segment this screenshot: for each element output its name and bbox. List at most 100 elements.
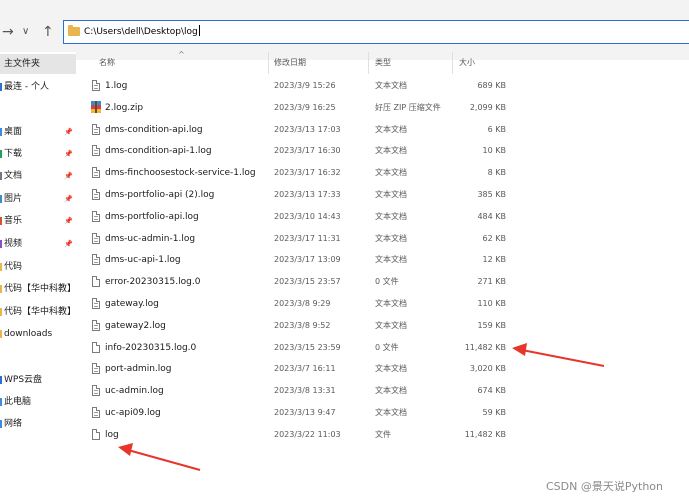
file-modified-date: 2023/3/13 9:47	[274, 408, 336, 417]
column-header-size[interactable]: 大小	[459, 52, 475, 74]
file-size: 62 KB	[482, 233, 506, 243]
sidebar-item[interactable]: 此电脑	[0, 392, 76, 412]
watermark-text: CSDN @景天说Python	[546, 480, 663, 493]
file-row[interactable]: uc-api09.log 2023/3/13 9:47 文本文档 59 KB	[86, 402, 518, 424]
file-row[interactable]: gateway.log 2023/3/8 9:29 文本文档 110 KB	[86, 293, 518, 315]
file-row[interactable]: dms-uc-api-1.log 2023/3/17 13:09 文本文档 12 KB	[86, 249, 518, 271]
column-divider[interactable]	[268, 52, 269, 74]
file-type: 文本文档	[375, 168, 407, 178]
sidebar-item-icon	[0, 285, 2, 293]
file-row[interactable]: gateway2.log 2023/3/8 9:52 文本文档 159 KB	[86, 315, 518, 337]
column-header-type[interactable]: 类型	[375, 52, 391, 74]
up-arrow-icon[interactable]: ↑	[42, 24, 54, 40]
sidebar-item-icon	[0, 308, 2, 316]
file-name: 1.log	[105, 81, 128, 91]
file-type: 0 文件	[375, 342, 399, 352]
sidebar-item-icon	[0, 83, 2, 91]
text-file-icon	[92, 189, 100, 200]
sidebar-item-icon	[0, 195, 2, 203]
blank-file-icon	[92, 341, 100, 353]
column-header-date[interactable]: 修改日期	[274, 52, 306, 74]
file-row[interactable]: log 2023/3/22 11:03 文件 11,482 KB	[86, 424, 518, 446]
sidebar-item-icon	[0, 420, 2, 428]
file-modified-date: 2023/3/8 9:52	[274, 320, 331, 330]
sidebar-item[interactable]: 桌面 📌	[0, 122, 76, 142]
file-modified-date: 2023/3/22 11:03	[274, 429, 341, 439]
file-size: 484 KB	[477, 211, 506, 221]
file-row[interactable]: 2.log.zip 2023/3/9 16:25 好压 ZIP 压缩文件 2,099 …	[86, 97, 518, 119]
text-file-icon	[92, 407, 100, 418]
file-modified-date: 2023/3/17 16:30	[274, 146, 341, 156]
file-name: dms-portfolio-api (2).log	[105, 190, 215, 200]
file-size: 110 KB	[477, 299, 506, 308]
file-row[interactable]: uc-admin.log 2023/3/8 13:31 文本文档 674 KB	[86, 380, 518, 402]
text-file-icon	[92, 319, 100, 331]
file-row[interactable]: dms-condition-api.log 2023/3/13 17:03 文本文档…	[86, 119, 518, 141]
sidebar-item[interactable]: 音乐 📌	[0, 211, 76, 231]
file-size: 6 KB	[487, 124, 506, 134]
file-name: dms-condition-api-1.log	[105, 146, 212, 157]
sidebar-item[interactable]: 网络	[0, 414, 76, 434]
file-row[interactable]: dms-finchoosestock-service-1.log 2023/3/1…	[86, 162, 518, 184]
file-row[interactable]: port-admin.log 2023/3/7 16:11 文本文档 3,020 KB	[86, 358, 518, 380]
sidebar-item[interactable]: 代码	[0, 257, 76, 277]
forward-arrow-icon[interactable]: →	[2, 24, 14, 40]
file-row[interactable]: dms-portfolio-api.log 2023/3/10 14:43 文本文档…	[86, 206, 518, 228]
file-size: 159 KB	[477, 320, 506, 330]
sidebar-item-icon	[0, 330, 2, 338]
text-file-icon	[92, 80, 100, 91]
sidebar-item[interactable]: 代码【华中科教】	[0, 302, 76, 322]
text-file-icon	[92, 167, 100, 179]
sidebar-item[interactable]: 最连 - 个人	[0, 77, 76, 97]
column-header-name[interactable]: 名称	[99, 52, 115, 74]
file-name: gateway.log	[105, 299, 159, 309]
file-name: error-20230315.log.0	[105, 277, 201, 288]
sidebar-item[interactable]: 代码【华中科教】	[0, 279, 76, 299]
file-type: 文本文档	[375, 233, 407, 243]
file-row[interactable]: info-20230315.log.0 2023/3/15 23:59 0 文件 11…	[86, 337, 518, 359]
file-name: log	[105, 429, 119, 440]
sidebar-item[interactable]: WPS云盘	[0, 370, 76, 390]
sidebar-item[interactable]: 图片 📌	[0, 189, 76, 209]
title-bar: → ∨ ↑ C:\Users\dell\Desktop\log	[0, 0, 689, 60]
sidebar-item[interactable]: 主文件夹	[0, 54, 76, 74]
recent-locations-chevron-icon[interactable]: ∨	[22, 24, 29, 40]
file-row[interactable]: dms-portfolio-api (2).log 2023/3/13 17:33…	[86, 184, 518, 206]
column-divider[interactable]	[368, 52, 369, 74]
text-file-icon	[92, 145, 100, 157]
file-size: 59 KB	[482, 408, 506, 417]
sidebar-item[interactable]: 文档 📌	[0, 166, 76, 186]
address-path: C:\Users\dell\Desktop\log	[84, 25, 200, 37]
sidebar-item-icon	[0, 128, 2, 136]
file-size: 11,482 KB	[464, 342, 506, 352]
file-row[interactable]: dms-uc-admin-1.log 2023/3/17 11:31 文本文档 62 …	[86, 228, 518, 250]
sidebar-item-label: 此电脑	[4, 397, 32, 407]
sidebar-item[interactable]: downloads	[0, 324, 76, 344]
file-row[interactable]: error-20230315.log.0 2023/3/15 23:57 0 文件 2…	[86, 271, 518, 293]
blank-file-icon	[92, 428, 100, 440]
text-file-icon	[92, 385, 100, 397]
file-name: uc-api09.log	[105, 408, 161, 418]
sidebar-item-icon	[0, 263, 2, 271]
sidebar-item-label: 音乐	[4, 216, 23, 226]
file-row[interactable]: 1.log 2023/3/9 15:26 文本文档 689 KB	[86, 75, 518, 97]
pin-icon: 📌	[64, 195, 73, 203]
sidebar-item-label: 代码	[4, 262, 23, 272]
file-type: 文本文档	[375, 364, 407, 374]
file-size: 2,099 KB	[469, 102, 506, 112]
file-name: gateway2.log	[105, 320, 166, 331]
file-type: 文本文档	[375, 320, 407, 330]
file-size: 10 KB	[482, 146, 506, 156]
file-row[interactable]: dms-condition-api-1.log 2023/3/17 16:30 文本…	[86, 140, 518, 162]
sidebar-item-label: 主文件夹	[4, 59, 41, 69]
file-name: uc-admin.log	[105, 386, 164, 397]
pin-icon: 📌	[64, 217, 73, 225]
address-bar[interactable]: C:\Users\dell\Desktop\log	[63, 20, 689, 44]
sidebar-item[interactable]: 下载 📌	[0, 144, 76, 164]
file-name: dms-finchoosestock-service-1.log	[105, 168, 256, 179]
file-size: 8 KB	[487, 168, 506, 178]
file-type: 文本文档	[375, 146, 407, 156]
sidebar-item[interactable]: 视频 📌	[0, 234, 76, 254]
pin-icon: 📌	[64, 128, 73, 136]
column-divider[interactable]	[452, 52, 453, 74]
